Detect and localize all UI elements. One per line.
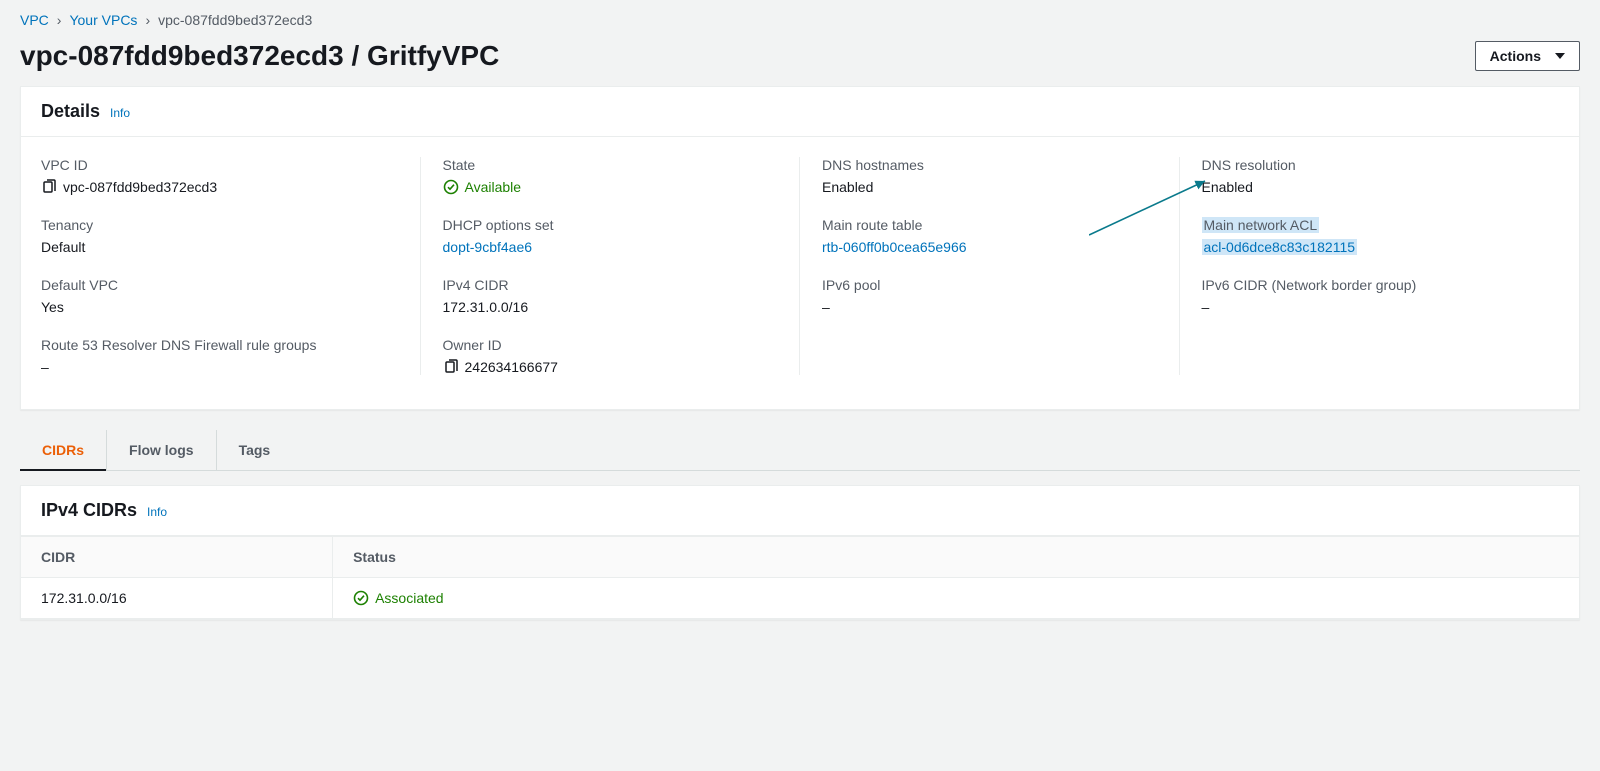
cidrs-panel: IPv4 CIDRs Info CIDR Status 172.31.0.0/1… bbox=[20, 485, 1580, 620]
caret-down-icon bbox=[1555, 53, 1565, 59]
chevron-right-icon: › bbox=[57, 12, 62, 28]
cell-cidr: 172.31.0.0/16 bbox=[21, 578, 333, 619]
check-circle-icon bbox=[353, 590, 369, 606]
value-main-rtb-link[interactable]: rtb-060ff0b0cea65e966 bbox=[822, 239, 967, 255]
value-ipv4-cidr: 172.31.0.0/16 bbox=[443, 299, 778, 315]
cidrs-title: IPv4 CIDRs bbox=[41, 500, 137, 521]
col-status: Status bbox=[333, 537, 1579, 578]
copy-icon[interactable] bbox=[41, 179, 57, 195]
value-ipv6-pool: – bbox=[822, 299, 1157, 315]
value-ipv6-cidr: – bbox=[1202, 299, 1538, 315]
label-dhcp: DHCP options set bbox=[443, 217, 778, 233]
cidrs-table: CIDR Status 172.31.0.0/16 Associated bbox=[21, 536, 1579, 619]
label-tenancy: Tenancy bbox=[41, 217, 398, 233]
cidrs-info-link[interactable]: Info bbox=[147, 505, 167, 519]
label-main-acl: Main network ACL bbox=[1202, 217, 1538, 233]
value-vpc-id: vpc-087fdd9bed372ecd3 bbox=[63, 179, 217, 195]
details-info-link[interactable]: Info bbox=[110, 106, 130, 120]
col-cidr: CIDR bbox=[21, 537, 333, 578]
label-vpc-id: VPC ID bbox=[41, 157, 398, 173]
value-dns-resolution: Enabled bbox=[1202, 179, 1538, 195]
label-ipv4-cidr: IPv4 CIDR bbox=[443, 277, 778, 293]
breadcrumb-level1[interactable]: Your VPCs bbox=[69, 12, 137, 28]
label-default-vpc: Default VPC bbox=[41, 277, 398, 293]
actions-button-label: Actions bbox=[1490, 48, 1541, 64]
value-dhcp-link[interactable]: dopt-9cbf4ae6 bbox=[443, 239, 533, 255]
chevron-right-icon: › bbox=[145, 12, 150, 28]
details-panel: Details Info VPC ID bbox=[20, 86, 1580, 410]
label-owner-id: Owner ID bbox=[443, 337, 778, 353]
value-r53-fw: – bbox=[41, 359, 398, 375]
label-state: State bbox=[443, 157, 778, 173]
tabs: CIDRs Flow logs Tags bbox=[20, 430, 1580, 471]
cell-status: Associated bbox=[375, 590, 443, 606]
page-title: vpc-087fdd9bed372ecd3 / GritfyVPC bbox=[20, 40, 499, 72]
breadcrumb: VPC › Your VPCs › vpc-087fdd9bed372ecd3 bbox=[20, 12, 1580, 34]
value-owner-id: 242634166677 bbox=[465, 359, 558, 375]
value-dns-hostnames: Enabled bbox=[822, 179, 1157, 195]
actions-button[interactable]: Actions bbox=[1475, 41, 1580, 71]
label-ipv6-cidr: IPv6 CIDR (Network border group) bbox=[1202, 277, 1538, 293]
breadcrumb-root[interactable]: VPC bbox=[20, 12, 49, 28]
value-state: Available bbox=[465, 179, 522, 195]
details-title: Details bbox=[41, 101, 100, 122]
value-default-vpc: Yes bbox=[41, 299, 398, 315]
label-dns-resolution: DNS resolution bbox=[1202, 157, 1538, 173]
breadcrumb-current: vpc-087fdd9bed372ecd3 bbox=[158, 12, 312, 28]
label-r53-fw: Route 53 Resolver DNS Firewall rule grou… bbox=[41, 337, 398, 353]
value-tenancy: Default bbox=[41, 239, 398, 255]
label-dns-hostnames: DNS hostnames bbox=[822, 157, 1157, 173]
label-main-rtb: Main route table bbox=[822, 217, 1157, 233]
table-row: 172.31.0.0/16 Associated bbox=[21, 578, 1579, 619]
label-ipv6-pool: IPv6 pool bbox=[822, 277, 1157, 293]
tab-tags[interactable]: Tags bbox=[217, 430, 293, 470]
value-main-acl-link[interactable]: acl-0d6dce8c83c182115 bbox=[1202, 239, 1358, 255]
check-circle-icon bbox=[443, 179, 459, 195]
copy-icon[interactable] bbox=[443, 359, 459, 375]
tab-cidrs[interactable]: CIDRs bbox=[20, 430, 107, 470]
tab-flow-logs[interactable]: Flow logs bbox=[107, 430, 217, 470]
